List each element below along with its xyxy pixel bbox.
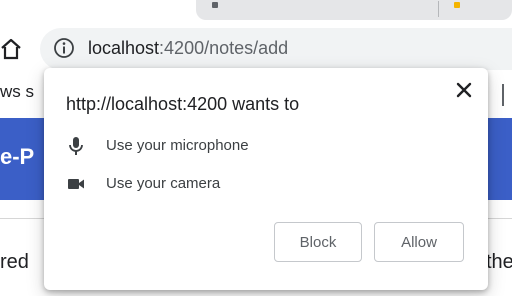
page-header-text: e-P xyxy=(0,144,35,169)
url-text[interactable]: localhost:4200/notes/add xyxy=(88,36,288,60)
tab-strip xyxy=(0,0,512,22)
permission-dialog: http://localhost:4200 wants to Use your … xyxy=(44,68,488,290)
dialog-title: http://localhost:4200 wants to xyxy=(66,94,300,114)
page-text-right: the xyxy=(486,251,512,273)
camera-icon xyxy=(68,179,84,189)
active-tab[interactable] xyxy=(196,0,512,20)
page-nav-fragment: ws s xyxy=(0,82,34,101)
permission-label-microphone: Use your microphone xyxy=(106,137,249,154)
permission-label-camera: Use your camera xyxy=(106,175,221,192)
url-host: localhost xyxy=(88,38,160,58)
favicon-icon xyxy=(454,2,460,8)
tab-icon xyxy=(212,2,218,8)
microphone-icon xyxy=(69,137,83,155)
page-text-left: red xyxy=(0,251,29,273)
home-icon[interactable] xyxy=(0,38,22,60)
page-nav-edge xyxy=(502,84,512,106)
allow-button[interactable]: Allow xyxy=(374,222,464,262)
tab-separator xyxy=(438,1,439,17)
block-button[interactable]: Block xyxy=(274,222,362,262)
url-path: :4200/notes/add xyxy=(159,38,289,58)
site-info-icon[interactable] xyxy=(52,36,76,60)
close-icon[interactable] xyxy=(452,78,476,102)
